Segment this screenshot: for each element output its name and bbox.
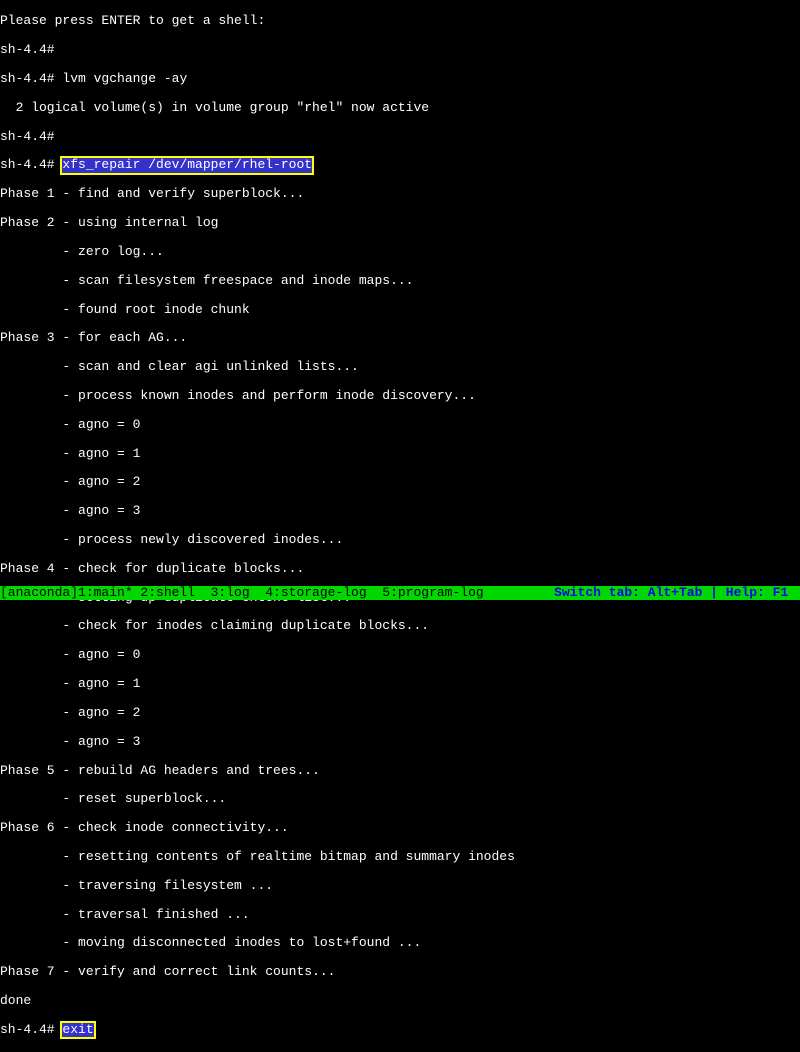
highlighted-command: xfs_repair /dev/mapper/rhel-root [62,158,312,172]
command-line[interactable]: sh-4.4# exit [0,1023,800,1037]
output-line: - process known inodes and perform inode… [0,389,800,403]
output-line: - check for inodes claiming duplicate bl… [0,619,800,633]
output-line: - agno = 2 [0,475,800,489]
shell-prompt: sh-4.4# [0,1022,62,1037]
output-line: - scan and clear agi unlinked lists... [0,360,800,374]
output-line: Phase 3 - for each AG... [0,331,800,345]
output-line: Phase 4 - check for duplicate blocks... [0,562,800,576]
output-line: - agno = 0 [0,418,800,432]
output-line: - agno = 1 [0,447,800,461]
output-line: - agno = 2 [0,706,800,720]
output-line: - zero log... [0,245,800,259]
output-line: - traversing filesystem ... [0,879,800,893]
output-line: - moving disconnected inodes to lost+fou… [0,936,800,950]
statusbar-help: Switch tab: Alt+Tab | Help: F1 [554,586,800,600]
command-text: lvm vgchange -ay [62,71,187,86]
shell-prompt: sh-4.4# [0,71,62,86]
output-line: Phase 7 - verify and correct link counts… [0,965,800,979]
output-line: - agno = 3 [0,504,800,518]
output-line: Phase 5 - rebuild AG headers and trees..… [0,764,800,778]
output-line: Phase 1 - find and verify superblock... [0,187,800,201]
output-line: Please press ENTER to get a shell: [0,14,800,28]
terminal-output[interactable]: Please press ENTER to get a shell: sh-4.… [0,0,800,1052]
output-line: Phase 6 - check inode connectivity... [0,821,800,835]
output-line: - agno = 3 [0,735,800,749]
output-line: - agno = 0 [0,648,800,662]
output-line: 2 logical volume(s) in volume group "rhe… [0,101,800,115]
output-line: - scan filesystem freespace and inode ma… [0,274,800,288]
output-line: Phase 2 - using internal log [0,216,800,230]
command-line: sh-4.4# lvm vgchange -ay [0,72,800,86]
output-line: - process newly discovered inodes... [0,533,800,547]
statusbar-tabs[interactable]: [anaconda]1:main* 2:shell 3:log 4:storag… [0,586,554,600]
output-line: - agno = 1 [0,677,800,691]
shell-prompt: sh-4.4# [0,157,62,172]
prompt-line: sh-4.4# [0,130,800,144]
output-line: - reset superblock... [0,792,800,806]
output-line: done [0,994,800,1008]
shell-prompt: sh-4.4# [0,42,55,57]
highlighted-command: exit [62,1023,93,1037]
prompt-line: sh-4.4# [0,43,800,57]
output-line: - resetting contents of realtime bitmap … [0,850,800,864]
output-line: - found root inode chunk [0,303,800,317]
command-line: sh-4.4# xfs_repair /dev/mapper/rhel-root [0,158,800,172]
output-line: - traversal finished ... [0,908,800,922]
shell-prompt: sh-4.4# [0,129,55,144]
tmux-statusbar: [anaconda]1:main* 2:shell 3:log 4:storag… [0,586,800,600]
